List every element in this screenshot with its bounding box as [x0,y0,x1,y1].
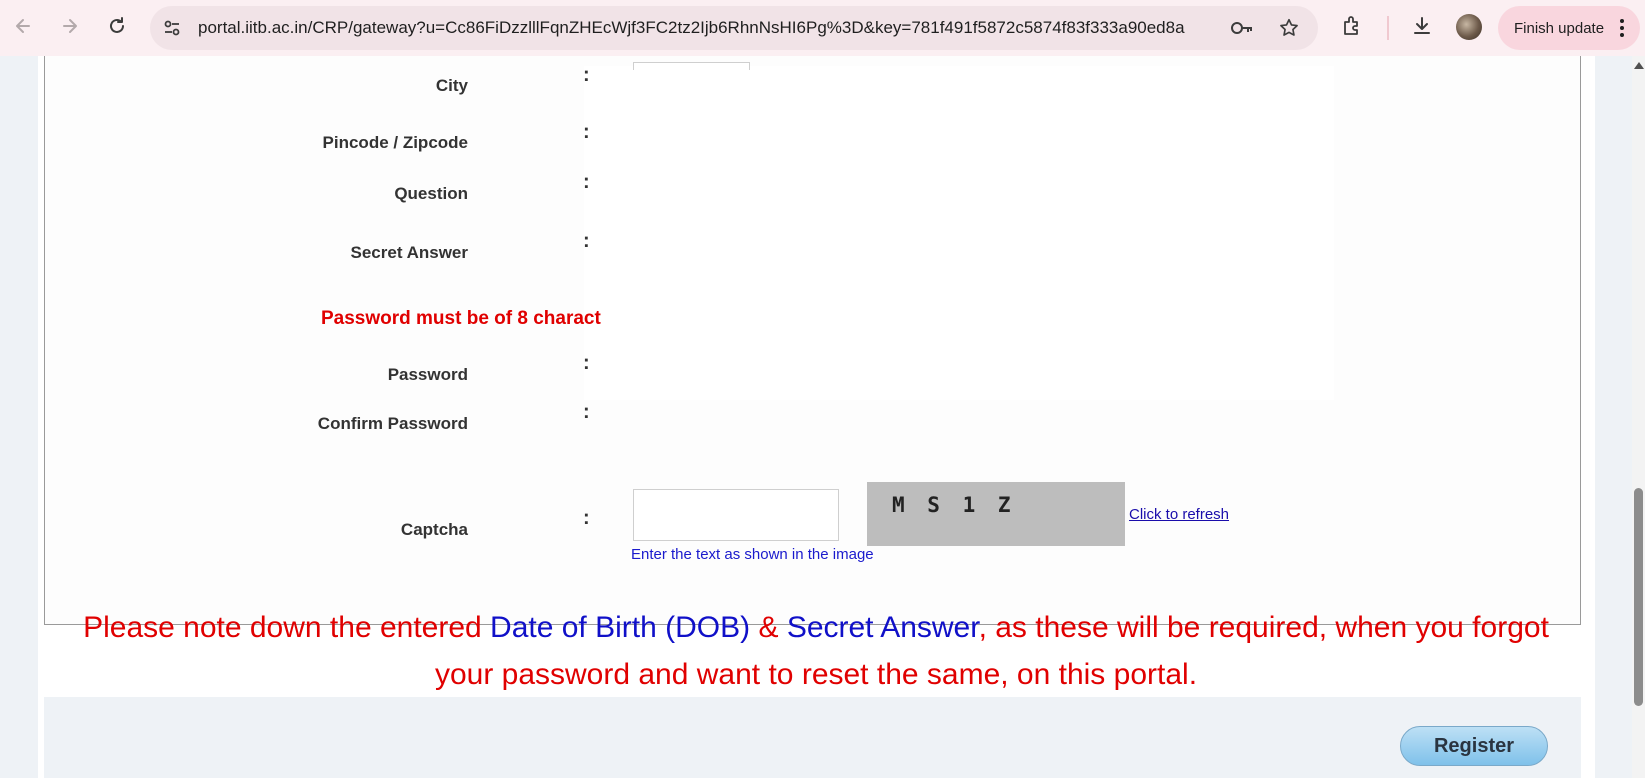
password-rule-note: Password must be of 8 charact [321,308,601,329]
notice-text-part1: Please note down the entered [83,611,491,644]
city-label: City [435,76,468,95]
site-info-icon[interactable] [162,18,182,38]
back-icon[interactable] [8,11,38,41]
pincode-colon: : [583,121,590,143]
password-key-icon[interactable] [1230,18,1254,38]
captcha-image: M S 1 Z [867,482,1125,546]
question-label: Question [394,184,468,203]
notice-dob: Date of Birth (DOB) [490,611,751,644]
url-text[interactable]: portal.iitb.ac.in/CRP/gateway?u=Cc86FiDz… [198,18,1228,38]
reload-icon[interactable] [102,11,132,41]
password-colon: : [583,352,590,374]
secret-answer-colon: : [583,230,590,252]
profile-avatar[interactable] [1456,14,1482,40]
captcha-hint: Enter the text as shown in the image [631,546,874,563]
forward-icon[interactable] [55,11,85,41]
finish-update-button[interactable]: Finish update [1498,6,1640,50]
confirm-password-label: Confirm Password [317,414,468,433]
captcha-input[interactable] [633,489,839,541]
confirm-password-colon: : [583,401,590,423]
download-icon[interactable] [1410,14,1434,38]
city-input[interactable] [633,62,750,70]
scrollbar-thumb[interactable] [1634,488,1643,706]
captcha-colon: : [583,507,590,529]
secret-answer-label: Secret Answer [350,243,468,262]
scroll-up-arrow-icon[interactable] [1634,62,1644,69]
form-footer [44,697,1581,778]
page-viewport: City : Pincode / Zipcode : Question : Se… [0,56,1632,778]
city-colon: : [583,64,590,86]
address-bar[interactable]: portal.iitb.ac.in/CRP/gateway?u=Cc86FiDz… [150,6,1318,50]
notice-amp: & [750,611,787,644]
bookmark-star-icon[interactable] [1278,17,1300,39]
question-colon: : [583,171,590,193]
register-button[interactable]: Register [1400,726,1548,766]
dob-secret-notice: Please note down the entered Date of Bir… [52,604,1580,698]
more-menu-icon[interactable] [1620,18,1624,38]
form-fields-panel [584,66,1334,400]
password-label: Password [387,365,468,384]
page-scrollbar[interactable] [1632,56,1645,778]
notice-secret-answer: Secret Answer [786,611,979,644]
toolbar-divider [1387,16,1389,40]
browser-toolbar: portal.iitb.ac.in/CRP/gateway?u=Cc86FiDz… [0,0,1645,56]
finish-update-label: Finish update [1514,19,1605,37]
captcha-refresh-link[interactable]: Click to refresh [1129,506,1229,523]
pincode-label: Pincode / Zipcode [322,133,468,152]
captcha-image-text: M S 1 Z [892,493,1016,517]
extensions-icon[interactable] [1340,14,1364,38]
captcha-label: Captcha [400,520,468,539]
